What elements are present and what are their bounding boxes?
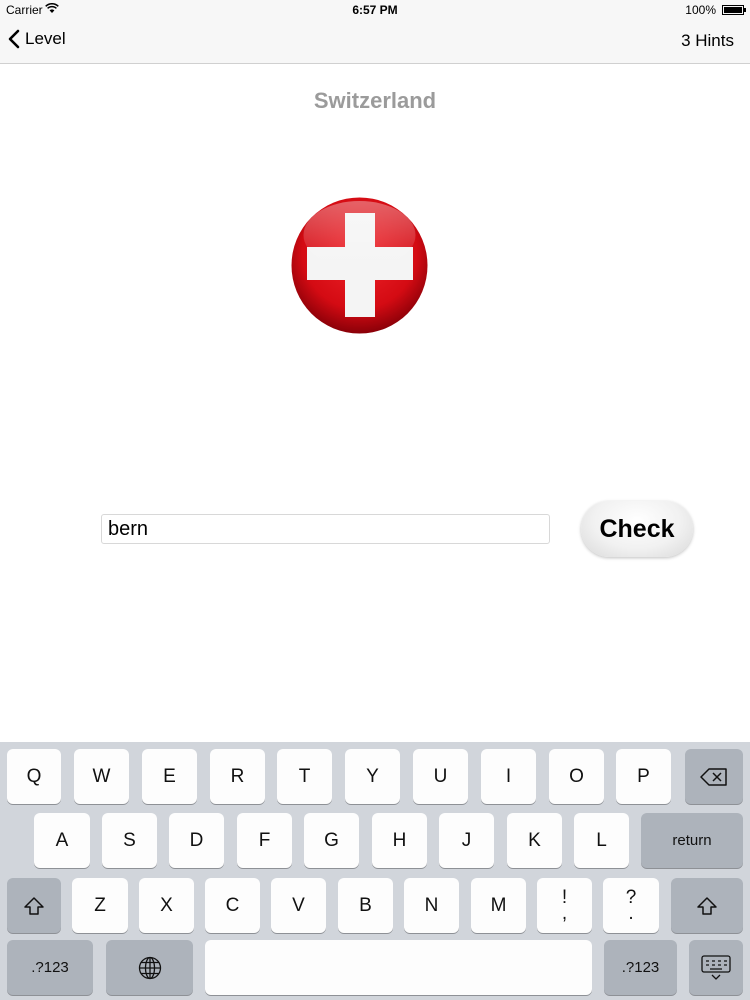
key-j[interactable]: J bbox=[439, 813, 494, 868]
shift-key-right[interactable] bbox=[671, 878, 743, 933]
space-key[interactable] bbox=[205, 940, 592, 995]
key-v[interactable]: V bbox=[271, 878, 326, 933]
navigation-bar: Level 3 Hints bbox=[0, 20, 750, 64]
numbers-key-left[interactable]: .?123 bbox=[7, 940, 93, 995]
status-bar: Carrier 6:57 PM 100% bbox=[0, 0, 750, 20]
check-button[interactable]: Check bbox=[581, 501, 693, 557]
key-b[interactable]: B bbox=[338, 878, 393, 933]
key-x[interactable]: X bbox=[139, 878, 194, 933]
globe-key[interactable] bbox=[106, 940, 193, 995]
key-c[interactable]: C bbox=[205, 878, 260, 933]
numbers-key-right[interactable]: .?123 bbox=[604, 940, 677, 995]
key-o[interactable]: O bbox=[549, 749, 604, 804]
key-s[interactable]: S bbox=[102, 813, 157, 868]
key-t[interactable]: T bbox=[277, 749, 332, 804]
key-h[interactable]: H bbox=[372, 813, 427, 868]
clock: 6:57 PM bbox=[352, 3, 398, 17]
battery-icon bbox=[722, 5, 746, 15]
key-l[interactable]: L bbox=[574, 813, 629, 868]
backspace-icon bbox=[700, 767, 727, 786]
shift-icon bbox=[697, 896, 717, 915]
delete-key[interactable] bbox=[685, 749, 743, 804]
back-button[interactable]: Level bbox=[8, 29, 66, 49]
key-a[interactable]: A bbox=[34, 813, 90, 868]
key-e[interactable]: E bbox=[142, 749, 197, 804]
back-button-label: Level bbox=[25, 29, 66, 48]
hints-button[interactable]: 3 Hints bbox=[681, 31, 734, 51]
key-exclamation-comma[interactable]: !, bbox=[537, 878, 592, 933]
key-f[interactable]: F bbox=[237, 813, 292, 868]
key-g[interactable]: G bbox=[304, 813, 359, 868]
key-k[interactable]: K bbox=[507, 813, 562, 868]
return-key[interactable]: return bbox=[641, 813, 743, 868]
key-n[interactable]: N bbox=[404, 878, 459, 933]
key-m[interactable]: M bbox=[471, 878, 526, 933]
on-screen-keyboard: Q W E R T Y U I O P A S D F G H J K L re… bbox=[0, 742, 750, 1000]
answer-input[interactable] bbox=[101, 514, 550, 544]
country-title: Switzerland bbox=[313, 88, 437, 113]
globe-icon bbox=[138, 956, 161, 979]
key-u[interactable]: U bbox=[413, 749, 468, 804]
key-r[interactable]: R bbox=[210, 749, 265, 804]
key-z[interactable]: Z bbox=[72, 878, 128, 933]
flag-image bbox=[291, 197, 428, 334]
key-d[interactable]: D bbox=[169, 813, 224, 868]
keyboard-dismiss-icon bbox=[701, 954, 731, 980]
key-i[interactable]: I bbox=[481, 749, 536, 804]
key-bottom-char: , bbox=[561, 902, 568, 924]
key-question-period[interactable]: ?. bbox=[603, 878, 659, 933]
key-bottom-char: . bbox=[628, 902, 634, 924]
key-p[interactable]: P bbox=[616, 749, 671, 804]
dismiss-keyboard-key[interactable] bbox=[689, 940, 743, 995]
battery-percent: 100% bbox=[685, 3, 716, 17]
key-q[interactable]: Q bbox=[7, 749, 61, 804]
chevron-left-icon bbox=[8, 29, 20, 49]
key-w[interactable]: W bbox=[74, 749, 129, 804]
key-y[interactable]: Y bbox=[345, 749, 400, 804]
shift-key-left[interactable] bbox=[7, 878, 61, 933]
shift-icon bbox=[24, 896, 44, 915]
